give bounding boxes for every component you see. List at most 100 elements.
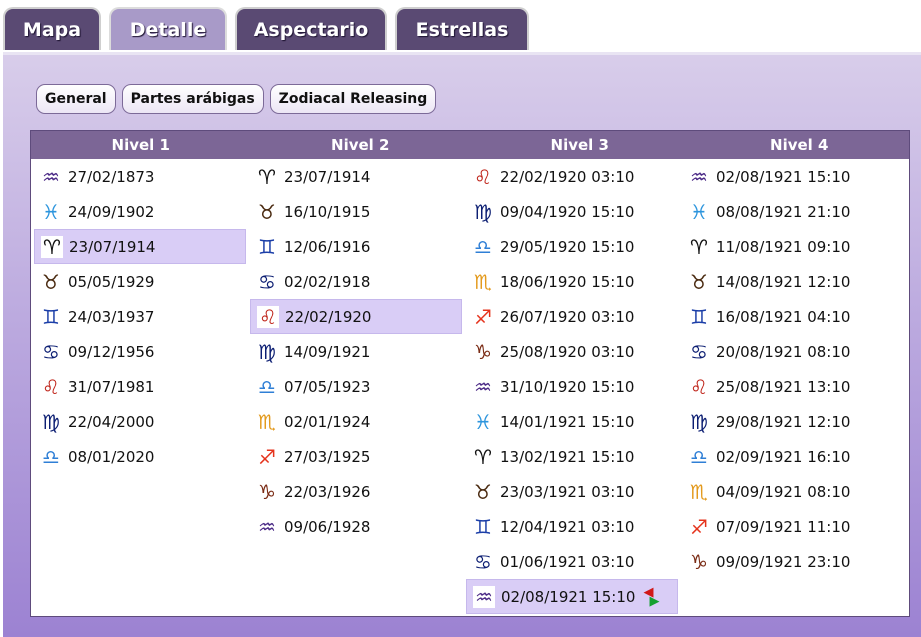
capricorn-glyph: ♑ bbox=[474, 339, 492, 364]
period-row[interactable]: ♈ 23/07/1914 bbox=[250, 159, 462, 194]
swap-arrows-icon[interactable]: ◀ ▶ bbox=[643, 586, 659, 608]
period-row[interactable]: ♌ 31/07/1981 bbox=[34, 369, 246, 404]
period-row[interactable]: ♊ 24/03/1937 bbox=[34, 299, 246, 334]
period-row[interactable]: ♐ 27/03/1925 bbox=[250, 439, 462, 474]
taurus-glyph: ♉ bbox=[258, 199, 276, 224]
capricorn-glyph: ♑ bbox=[258, 479, 276, 504]
period-date: 13/02/1921 15:10 bbox=[500, 447, 635, 466]
cancer-icon: ♋ bbox=[682, 341, 716, 363]
period-row[interactable]: ♐ 26/07/1920 03:10 bbox=[466, 299, 678, 334]
period-row[interactable]: ♍ 22/04/2000 bbox=[34, 404, 246, 439]
period-row[interactable]: ♒ 02/08/1921 15:10 bbox=[682, 159, 894, 194]
virgo-glyph: ♍ bbox=[474, 199, 492, 224]
period-row[interactable]: ♎ 02/09/1921 16:10 bbox=[682, 439, 894, 474]
period-row[interactable]: ♋ 02/02/1918 bbox=[250, 264, 462, 299]
period-row[interactable]: ♏ 02/01/1924 bbox=[250, 404, 462, 439]
subtab-zodiacal-releasing[interactable]: Zodiacal Releasing bbox=[269, 84, 437, 114]
period-date: 29/08/1921 12:10 bbox=[716, 412, 851, 431]
virgo-icon: ♍ bbox=[682, 411, 716, 433]
taurus-glyph: ♉ bbox=[42, 269, 60, 294]
pisces-glyph: ♓ bbox=[474, 409, 492, 434]
scorpio-glyph: ♏ bbox=[258, 409, 276, 434]
period-row[interactable]: ♎ 08/01/2020 bbox=[34, 439, 246, 474]
period-date: 18/06/1920 15:10 bbox=[500, 272, 635, 291]
nivel-3-column: ♌ 22/02/1920 03:10 ♍ 09/04/1920 15:10 ♎ 29/05… bbox=[466, 159, 678, 614]
period-row[interactable]: ♒ 31/10/1920 15:10 bbox=[466, 369, 678, 404]
period-row[interactable]: ♊ 16/08/1921 04:10 bbox=[682, 299, 894, 334]
period-row[interactable]: ♋ 01/06/1921 03:10 bbox=[466, 544, 678, 579]
sagittarius-icon: ♐ bbox=[250, 446, 284, 468]
pisces-icon: ♓ bbox=[682, 201, 716, 223]
period-row[interactable]: ♒ 27/02/1873 bbox=[34, 159, 246, 194]
tab-detalle[interactable]: Detalle bbox=[109, 7, 227, 50]
tab-aspectario[interactable]: Aspectario bbox=[235, 7, 387, 50]
tab-mapa[interactable]: Mapa bbox=[3, 7, 101, 50]
cancer-icon: ♋ bbox=[250, 271, 284, 293]
period-date: 24/03/1937 bbox=[68, 307, 155, 326]
libra-glyph: ♎ bbox=[474, 234, 492, 259]
period-row[interactable]: ♍ 29/08/1921 12:10 bbox=[682, 404, 894, 439]
gemini-glyph: ♊ bbox=[474, 514, 492, 539]
period-row[interactable]: ♓ 24/09/1902 bbox=[34, 194, 246, 229]
period-row[interactable]: ♊ 12/06/1916 bbox=[250, 229, 462, 264]
pisces-glyph: ♓ bbox=[690, 199, 708, 224]
period-row[interactable]: ♐ 07/09/1921 11:10 bbox=[682, 509, 894, 544]
period-row[interactable]: ♓ 14/01/1921 15:10 bbox=[466, 404, 678, 439]
period-row[interactable]: ♋ 09/12/1956 bbox=[34, 334, 246, 369]
period-row[interactable]: ♌ 25/08/1921 13:10 bbox=[682, 369, 894, 404]
period-row[interactable]: ♌ 22/02/1920 03:10 bbox=[466, 159, 678, 194]
period-row[interactable]: ♉ 14/08/1921 12:10 bbox=[682, 264, 894, 299]
period-date: 23/03/1921 03:10 bbox=[500, 482, 635, 501]
cancer-glyph: ♋ bbox=[42, 339, 60, 364]
period-date: 14/08/1921 12:10 bbox=[716, 272, 851, 291]
virgo-glyph: ♍ bbox=[258, 339, 276, 364]
period-row[interactable]: ♊ 12/04/1921 03:10 bbox=[466, 509, 678, 544]
period-date: 08/01/2020 bbox=[68, 447, 155, 466]
period-date: 02/08/1921 15:10 bbox=[501, 587, 636, 606]
scorpio-glyph: ♏ bbox=[690, 479, 708, 504]
gemini-glyph: ♊ bbox=[690, 304, 708, 329]
period-row[interactable]: ♑ 22/03/1926 bbox=[250, 474, 462, 509]
sagittarius-glyph: ♐ bbox=[258, 444, 276, 469]
period-row[interactable]: ♏ 04/09/1921 08:10 bbox=[682, 474, 894, 509]
period-row[interactable]: ♋ 20/08/1921 08:10 bbox=[682, 334, 894, 369]
nivel-2-column: ♈ 23/07/1914 ♉ 16/10/1915 ♊ 12/06/1916 ♋ 02/02/… bbox=[250, 159, 462, 544]
period-row[interactable]: ♍ 14/09/1921 bbox=[250, 334, 462, 369]
period-row[interactable]: ♏ 18/06/1920 15:10 bbox=[466, 264, 678, 299]
period-date: 14/01/1921 15:10 bbox=[500, 412, 635, 431]
period-date: 22/02/1920 bbox=[285, 307, 372, 326]
period-row[interactable]: ♉ 16/10/1915 bbox=[250, 194, 462, 229]
period-date: 22/03/1926 bbox=[284, 482, 371, 501]
aries-glyph: ♈ bbox=[690, 234, 708, 259]
period-row[interactable]: ♒ 02/08/1921 15:10 ◀ ▶ bbox=[466, 579, 678, 614]
period-row[interactable]: ♒ 09/06/1928 bbox=[250, 509, 462, 544]
taurus-icon: ♉ bbox=[466, 481, 500, 503]
gemini-icon: ♊ bbox=[34, 306, 68, 328]
libra-glyph: ♎ bbox=[258, 374, 276, 399]
subtab-general[interactable]: General bbox=[36, 84, 116, 114]
period-row[interactable]: ♎ 07/05/1923 bbox=[250, 369, 462, 404]
period-row[interactable]: ♉ 23/03/1921 03:10 bbox=[466, 474, 678, 509]
period-row[interactable]: ♈ 13/02/1921 15:10 bbox=[466, 439, 678, 474]
period-row[interactable]: ♌ 22/02/1920 bbox=[250, 299, 462, 334]
tab-estrellas[interactable]: Estrellas bbox=[395, 7, 529, 50]
period-row[interactable]: ♉ 05/05/1929 bbox=[34, 264, 246, 299]
aries-glyph: ♈ bbox=[41, 235, 63, 258]
subtab-partes-arabigas[interactable]: Partes arábigas bbox=[121, 84, 264, 114]
aries-glyph: ♈ bbox=[258, 164, 276, 189]
period-row[interactable]: ♑ 25/08/1920 03:10 bbox=[466, 334, 678, 369]
period-row[interactable]: ♈ 23/07/1914 bbox=[34, 229, 246, 264]
period-row[interactable]: ♈ 11/08/1921 09:10 bbox=[682, 229, 894, 264]
period-row[interactable]: ♍ 09/04/1920 15:10 bbox=[466, 194, 678, 229]
cancer-glyph: ♋ bbox=[474, 549, 492, 574]
aquarius-glyph: ♒ bbox=[42, 164, 60, 189]
leo-glyph: ♌ bbox=[690, 374, 708, 399]
period-date: 09/12/1956 bbox=[68, 342, 155, 361]
period-row[interactable]: ♓ 08/08/1921 21:10 bbox=[682, 194, 894, 229]
scorpio-icon: ♏ bbox=[250, 411, 284, 433]
period-date: 26/07/1920 03:10 bbox=[500, 307, 635, 326]
period-row[interactable]: ♑ 09/09/1921 23:10 bbox=[682, 544, 894, 579]
period-date: 02/01/1924 bbox=[284, 412, 371, 431]
taurus-icon: ♉ bbox=[34, 271, 68, 293]
period-row[interactable]: ♎ 29/05/1920 15:10 bbox=[466, 229, 678, 264]
